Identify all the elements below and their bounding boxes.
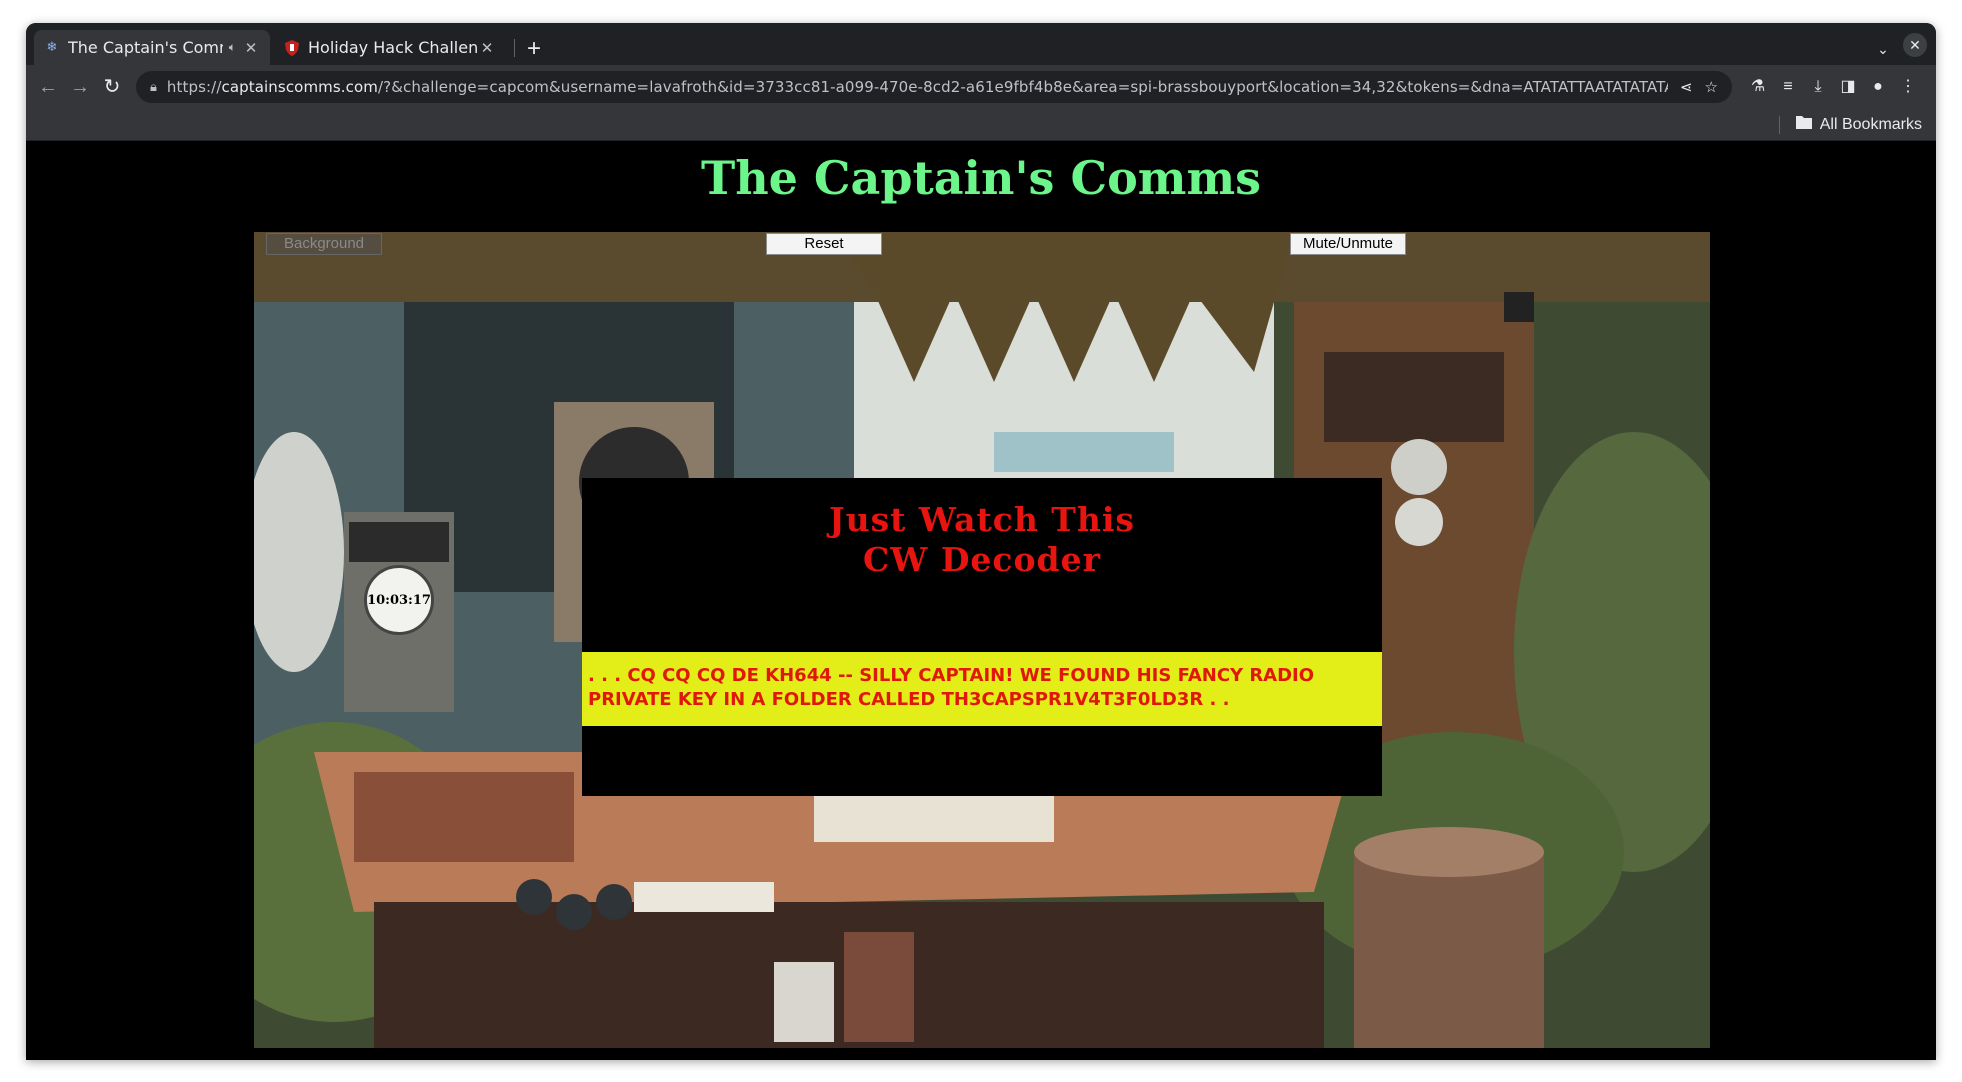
all-bookmarks-label: All Bookmarks [1819, 115, 1922, 133]
address-bar[interactable]: 🔒︎ https://captainscomms.com/?&challenge… [136, 71, 1732, 103]
browser-window: ❄ The Captain's Comms 🔈︎ ✕ Holiday Hack … [26, 23, 1936, 1060]
flask-icon[interactable]: ⚗ [1746, 75, 1770, 99]
decoded-message: . . . CQ CQ CQ DE KH644 -- SILLY CAPTAIN… [582, 652, 1382, 726]
media-queue-icon[interactable]: ≡ [1776, 75, 1800, 99]
close-tab-icon[interactable]: ✕ [478, 39, 496, 57]
radio-room-scene: 10:03:17 Background Reset Mute/Unmute Ju… [254, 232, 1710, 1048]
bookmarks-separator [1779, 116, 1780, 134]
speaker-icon[interactable]: 🔈︎ [229, 40, 236, 55]
background-button[interactable]: Background [266, 233, 382, 255]
share-icon[interactable]: ⋖ [1680, 78, 1693, 96]
page-title: The Captain's Comms [700, 151, 1262, 205]
reload-icon[interactable]: ↻ [98, 73, 126, 101]
url-prefix: https:// [166, 78, 222, 96]
tab-title: The Captain's Comms [68, 38, 223, 57]
shield-icon [284, 39, 300, 56]
tab-holiday-hack[interactable]: Holiday Hack Challenge ✕ [274, 30, 506, 65]
all-bookmarks-button[interactable]: All Bookmarks [1795, 115, 1922, 134]
profile-icon[interactable]: ● [1866, 75, 1890, 99]
window-close-button[interactable]: ✕ [1903, 33, 1927, 57]
decoder-title-line2: CW Decoder [863, 540, 1101, 579]
cw-decoder-panel: Just Watch This CW Decoder . . . CQ CQ C… [582, 478, 1382, 796]
decoder-title-line1: Just Watch This [829, 500, 1135, 539]
url-text[interactable]: https://captainscomms.com/?&challenge=ca… [167, 78, 1668, 96]
reset-button[interactable]: Reset [766, 233, 882, 255]
tab-strip: ❄ The Captain's Comms 🔈︎ ✕ Holiday Hack … [26, 23, 1936, 65]
browser-toolbar: ← → ↻ 🔒︎ https://captainscomms.com/?&cha… [26, 65, 1936, 109]
clock-face: 10:03:17 [364, 565, 434, 635]
star-icon[interactable]: ☆ [1705, 78, 1718, 96]
folder-icon [1795, 115, 1812, 134]
back-arrow-icon[interactable]: ← [34, 73, 62, 101]
snowflake-icon: ❄ [46, 40, 58, 55]
tab-captains-comms[interactable]: ❄ The Captain's Comms 🔈︎ ✕ [34, 30, 270, 65]
side-panel-icon[interactable]: ◨ [1836, 75, 1860, 99]
mute-unmute-button[interactable]: Mute/Unmute [1290, 233, 1406, 255]
bookmarks-bar: All Bookmarks [26, 109, 1936, 141]
url-path: /?&challenge=capcom&username=lavafroth&i… [378, 78, 1668, 96]
more-menu-icon[interactable]: ⋮ [1896, 75, 1920, 99]
forward-arrow-icon[interactable]: → [66, 73, 94, 101]
decoder-title: Just Watch This CW Decoder [582, 500, 1382, 580]
close-tab-icon[interactable]: ✕ [242, 39, 260, 57]
lock-icon[interactable]: 🔒︎ [150, 80, 157, 95]
tab-separator [514, 39, 515, 57]
url-host: captainscomms.com [221, 78, 378, 96]
chevron-down-icon[interactable]: ⌄ [1870, 36, 1896, 62]
download-icon[interactable]: ⤓ [1806, 75, 1830, 99]
tab-title: Holiday Hack Challenge [308, 38, 478, 57]
page-content: The Captain's Comms 10:03:17 Background … [26, 141, 1936, 1060]
new-tab-button[interactable]: + [520, 36, 548, 64]
